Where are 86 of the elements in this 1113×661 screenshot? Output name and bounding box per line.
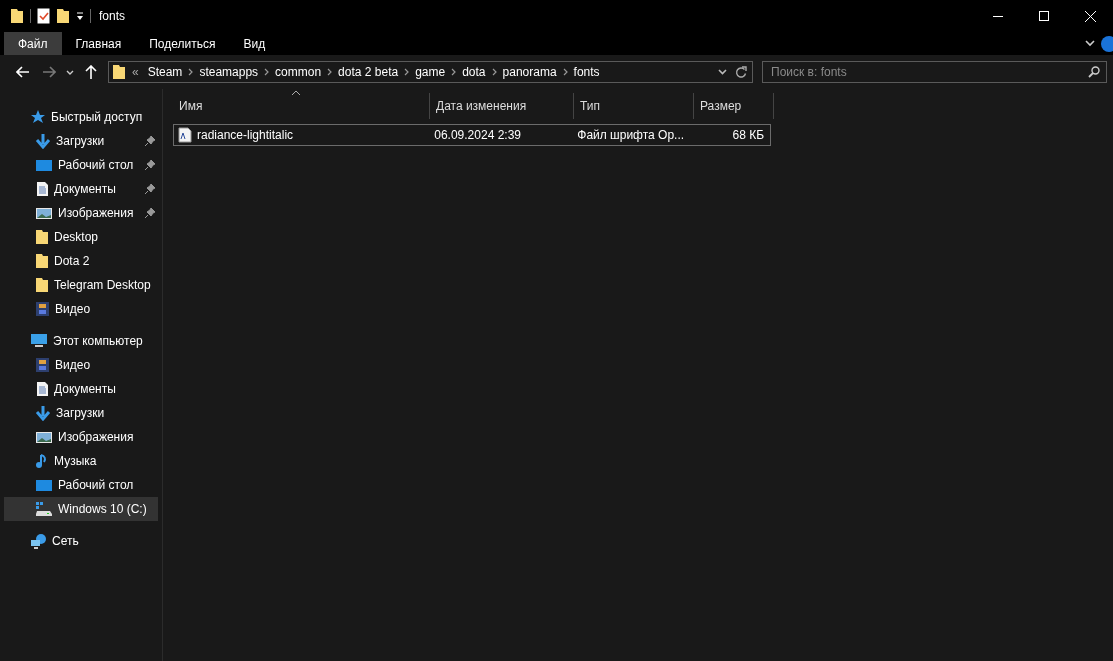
font-file-icon bbox=[178, 127, 192, 143]
dropdown-icon[interactable] bbox=[76, 11, 84, 21]
breadcrumb-item[interactable]: panorama bbox=[499, 65, 560, 79]
document-icon bbox=[35, 381, 49, 397]
breadcrumb-item[interactable]: dota bbox=[459, 65, 489, 79]
folder-icon bbox=[35, 277, 49, 293]
file-name: radiance-lightitalic bbox=[197, 128, 294, 142]
maximize-icon bbox=[1039, 11, 1049, 21]
sidebar-item[interactable]: Telegram Desktop bbox=[4, 273, 158, 297]
chevron-down-icon[interactable] bbox=[718, 69, 727, 75]
file-size: 68 КБ bbox=[732, 128, 764, 142]
file-date: 06.09.2024 2:39 bbox=[434, 128, 521, 142]
film-icon bbox=[35, 357, 50, 373]
sidebar-item[interactable]: Рабочий стол bbox=[4, 473, 158, 497]
search-field[interactable]: Поиск в: fonts bbox=[762, 61, 1107, 83]
breadcrumb-item[interactable]: dota 2 beta bbox=[335, 65, 402, 79]
folder-icon bbox=[35, 229, 49, 245]
document-icon bbox=[35, 181, 49, 197]
search-icon[interactable] bbox=[1088, 66, 1100, 78]
breadcrumb-item[interactable]: steamapps bbox=[196, 65, 262, 79]
sidebar-item[interactable]: Документы bbox=[4, 377, 158, 401]
folder-icon bbox=[112, 64, 126, 80]
network-icon bbox=[30, 533, 47, 549]
ribbon-tab[interactable]: Поделиться bbox=[135, 32, 230, 55]
sidebar-item[interactable]: Видео bbox=[4, 353, 158, 377]
monitor-icon bbox=[30, 333, 48, 349]
sidebar-item[interactable]: Музыка bbox=[4, 449, 158, 473]
sidebar-item[interactable]: Сеть bbox=[4, 529, 158, 553]
drive-icon bbox=[35, 501, 53, 517]
sidebar-item[interactable]: Desktop bbox=[4, 225, 158, 249]
chevron-right-icon bbox=[491, 68, 497, 76]
column-header[interactable]: Тип bbox=[574, 93, 694, 119]
chevron-right-icon bbox=[404, 68, 410, 76]
new-folder-icon[interactable] bbox=[56, 8, 70, 24]
download-arrow-icon bbox=[35, 405, 51, 421]
column-header[interactable]: Дата изменения bbox=[430, 93, 574, 119]
sidebar-item[interactable]: Dota 2 bbox=[4, 249, 158, 273]
ribbon-tab[interactable]: Файл bbox=[4, 32, 62, 55]
window-title: fonts bbox=[99, 9, 125, 23]
music-note-icon bbox=[35, 453, 49, 469]
picture-icon bbox=[35, 429, 53, 445]
file-type: Файл шрифта Op... bbox=[577, 128, 685, 142]
minimize-icon bbox=[993, 15, 1003, 17]
breadcrumb-item[interactable]: game bbox=[412, 65, 449, 79]
sidebar-item[interactable]: Загрузки bbox=[4, 129, 158, 153]
close-icon bbox=[1084, 10, 1096, 22]
sidebar-item[interactable]: Этот компьютер bbox=[4, 329, 158, 353]
chevron-right-icon bbox=[562, 68, 568, 76]
film-icon bbox=[35, 301, 50, 317]
back-arrow-icon bbox=[16, 66, 30, 78]
chevron-right-icon bbox=[327, 68, 333, 76]
refresh-icon[interactable] bbox=[735, 65, 747, 79]
sidebar-item[interactable]: Документы bbox=[4, 177, 158, 201]
breadcrumb-item[interactable]: Steam bbox=[144, 65, 186, 79]
breadcrumb-item[interactable]: fonts bbox=[570, 65, 603, 79]
sidebar-item[interactable]: Windows 10 (C:) bbox=[4, 497, 158, 521]
up-arrow-icon bbox=[85, 65, 97, 79]
ribbon-tab[interactable]: Вид bbox=[229, 32, 280, 55]
address-bar[interactable]: « Steam steamapps common dota 2 beta game dota panorama fonts bbox=[108, 61, 753, 83]
help-icon[interactable] bbox=[1101, 35, 1113, 52]
desktop-icon bbox=[35, 477, 53, 493]
column-header[interactable]: Имя bbox=[173, 93, 430, 119]
sidebar-item[interactable]: Изображения bbox=[4, 425, 158, 449]
chevron-right-icon bbox=[188, 68, 194, 76]
overflow-chevron[interactable]: « bbox=[132, 65, 139, 79]
ribbon-tab[interactable]: Главная bbox=[61, 32, 136, 55]
file-row[interactable]: radiance-lightitalic 06.09.2024 2:39 Файл шрифта Op... 68 КБ bbox=[173, 124, 771, 146]
column-header[interactable]: Размер bbox=[694, 93, 774, 119]
chevron-right-icon bbox=[264, 68, 270, 76]
picture-icon bbox=[35, 205, 53, 221]
chevron-down-icon[interactable] bbox=[1085, 40, 1095, 47]
download-arrow-icon bbox=[35, 133, 51, 149]
folder-icon[interactable] bbox=[10, 8, 24, 24]
sidebar-item[interactable]: Загрузки bbox=[4, 401, 158, 425]
sidebar-item[interactable]: Видео bbox=[4, 297, 158, 321]
chevron-down-icon bbox=[66, 69, 74, 75]
properties-icon[interactable] bbox=[37, 8, 50, 24]
forward-arrow-icon bbox=[42, 66, 56, 78]
sidebar-item[interactable]: Изображения bbox=[4, 201, 158, 225]
breadcrumb-item[interactable]: common bbox=[272, 65, 325, 79]
desktop-icon bbox=[35, 157, 53, 173]
folder-icon bbox=[35, 253, 49, 269]
sidebar-item[interactable]: Быстрый доступ bbox=[4, 105, 158, 129]
chevron-right-icon bbox=[451, 68, 457, 76]
star-icon bbox=[30, 109, 46, 125]
sidebar-item[interactable]: Рабочий стол bbox=[4, 153, 158, 177]
